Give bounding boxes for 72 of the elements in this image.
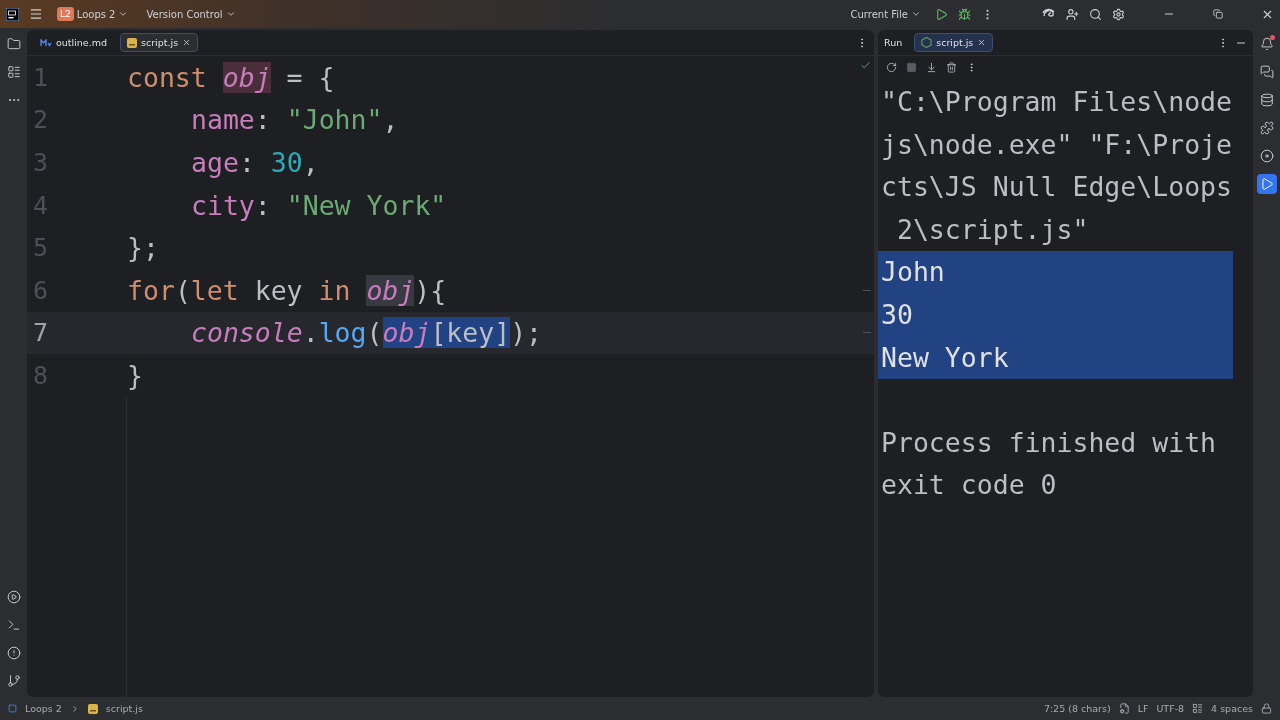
menu-icon[interactable] (29, 7, 43, 21)
debug-icon[interactable] (958, 7, 971, 21)
chevron-down-icon (118, 9, 129, 19)
git-branch-icon (6, 674, 21, 688)
code-line: city: "New York" (190, 189, 447, 221)
editor-tab[interactable]: script.js (120, 33, 199, 52)
database-icon (1259, 93, 1274, 107)
code-line: } (127, 359, 143, 391)
change-marker (863, 332, 871, 334)
close-tab-icon[interactable] (977, 38, 987, 47)
services-icon (6, 590, 21, 604)
run-config-label: Current File (850, 8, 908, 20)
chevron-down-icon (225, 9, 236, 19)
puzzle-icon (1259, 121, 1274, 135)
indent-setting[interactable]: 4 spaces (1211, 703, 1253, 714)
close-tab-icon[interactable] (182, 38, 192, 47)
project-name: Loops 2 (76, 8, 116, 20)
add-user-icon[interactable] (1066, 7, 1079, 21)
bell-icon (1259, 37, 1274, 51)
search-icon[interactable] (1089, 7, 1102, 21)
run-icon[interactable] (935, 7, 948, 21)
line-separator[interactable]: LF (1137, 703, 1149, 714)
caret-position[interactable]: 7:25 (8 chars) (1043, 703, 1111, 714)
breadcrumb-project[interactable]: Loops 2 (25, 703, 62, 714)
app-logo-icon[interactable] (6, 7, 19, 21)
code-line: }; (127, 232, 159, 264)
editor-tab[interactable]: outline.md (33, 33, 114, 52)
scroll-to-end-icon[interactable] (926, 61, 937, 73)
markdown-file-icon (40, 38, 52, 47)
trash-icon[interactable] (946, 61, 957, 73)
run-icon (1259, 177, 1274, 191)
chevron-down-icon (911, 9, 921, 19)
line-number: 7 (32, 318, 50, 348)
console-output-line: cts\JS Null Edge\Loops (880, 170, 1233, 205)
indent-icon (1192, 703, 1204, 714)
terminal-icon (6, 618, 21, 632)
console-output-line: js\node.exe" "F:\Proje (880, 127, 1233, 162)
console-output-line: 2\script.js" (895, 212, 1090, 247)
run-config-button[interactable]: Current File (846, 6, 925, 22)
rerun-icon[interactable] (886, 61, 897, 73)
project-badge: L2 (57, 7, 74, 21)
restore-icon[interactable] (1213, 9, 1223, 19)
code-line: const obj = { (127, 61, 335, 93)
no-problems-icon (860, 60, 871, 71)
javascript-file-icon (87, 703, 98, 714)
console-output-line: exit code 0 (880, 468, 1058, 503)
file-encoding[interactable]: UTF-8 (1156, 703, 1185, 714)
settings-icon[interactable] (1112, 7, 1125, 21)
chat-icon (1259, 65, 1274, 79)
console-output-line: Process finished with (880, 425, 1218, 460)
javascript-file-icon (127, 37, 137, 48)
run-tab[interactable]: script.js (914, 33, 994, 52)
code-line: age: 30, (190, 147, 319, 178)
code-line: console.log(obj[key]); (190, 317, 543, 349)
console-output-line: "C:\Program Files\node (880, 85, 1233, 119)
project-icon (8, 704, 17, 713)
project-menu-button[interactable]: L2 Loops 2 (53, 5, 133, 23)
run-tool-button[interactable] (1256, 174, 1277, 194)
vcs-menu-button[interactable]: Version Control (142, 6, 240, 22)
problems-icon (6, 646, 21, 660)
code-line: for(let key in obj){ (127, 274, 447, 306)
code-line: name: "John", (190, 104, 399, 136)
run-panel-title: Run (884, 37, 903, 48)
lock-icon[interactable] (1261, 703, 1272, 714)
folder-icon (6, 37, 21, 51)
inspection-icon[interactable] (1118, 703, 1130, 714)
change-marker (863, 289, 871, 291)
structure-icon (6, 65, 21, 79)
deployment-icon (1259, 149, 1274, 163)
breadcrumb-file[interactable]: script.js (105, 703, 143, 714)
vcs-label: Version Control (146, 8, 223, 20)
node-file-icon (921, 37, 933, 48)
